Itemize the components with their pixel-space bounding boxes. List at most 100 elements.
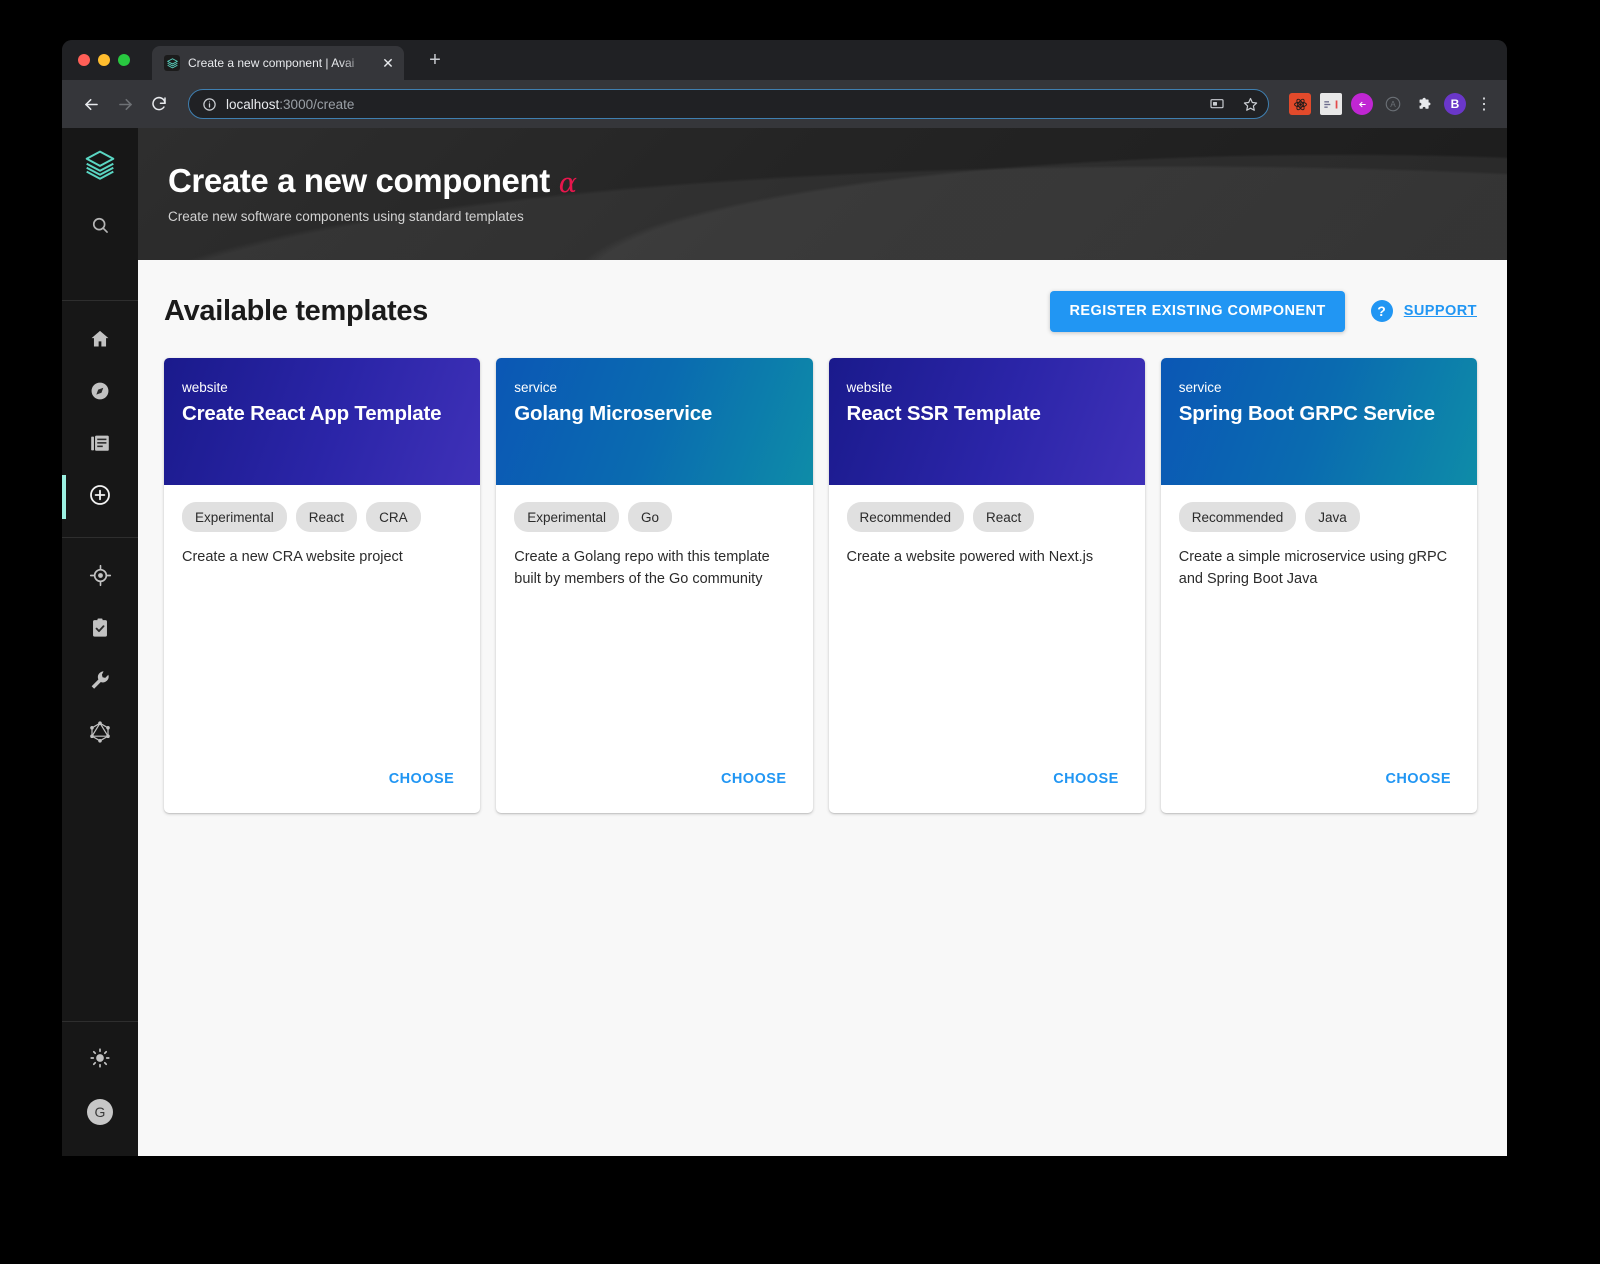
alpha-badge: α: [558, 168, 577, 199]
address-bar-url: localhost:3000/create: [226, 97, 1196, 112]
template-card-body: Recommended Java Create a simple microse…: [1161, 485, 1477, 763]
accessibility-icon[interactable]: A: [1382, 93, 1404, 115]
template-card-actions: CHOOSE: [1161, 763, 1477, 813]
template-kind: website: [182, 380, 228, 395]
backstage-logo-icon[interactable]: [62, 128, 138, 202]
support-label: SUPPORT: [1403, 303, 1477, 319]
info-circle-icon[interactable]: [201, 96, 217, 112]
page-title: Create a new component α: [168, 162, 1507, 200]
template-tag: Java: [1305, 502, 1360, 532]
template-description: Create a simple microservice using gRPC …: [1178, 549, 1448, 587]
choose-button[interactable]: CHOOSE: [1045, 763, 1127, 795]
compass-icon: [89, 380, 111, 407]
page-title-text: Create a new component: [168, 162, 550, 199]
sidebar-item-search[interactable]: [62, 202, 138, 254]
template-tag: React: [973, 502, 1035, 532]
template-tag: Experimental: [182, 502, 287, 532]
page-header-banner: Create a new component α Create new soft…: [138, 128, 1507, 260]
template-name: Create React App Template: [182, 402, 442, 426]
template-card[interactable]: service Golang Microservice Experimental…: [496, 358, 813, 813]
sidebar-item-explore[interactable]: [62, 367, 138, 419]
choose-button[interactable]: CHOOSE: [1377, 763, 1459, 795]
template-card-grid: website Create React App Template Experi…: [164, 358, 1477, 813]
template-kind: service: [514, 380, 558, 395]
graphql-icon: [88, 720, 112, 749]
template-tags: Recommended React: [846, 502, 1127, 532]
profile-avatar[interactable]: B: [1444, 93, 1466, 115]
forward-button[interactable]: [110, 89, 140, 119]
template-card[interactable]: service Spring Boot GRPC Service Recomme…: [1160, 358, 1477, 813]
browser-toolbar: localhost:3000/create A B ⋮: [62, 80, 1507, 128]
reload-button[interactable]: [144, 89, 174, 119]
sidebar-item-docs[interactable]: [62, 419, 138, 471]
sidebar-item-tech-radar[interactable]: [62, 552, 138, 604]
back-button[interactable]: [76, 89, 106, 119]
template-tag: Go: [628, 502, 673, 532]
new-tab-button[interactable]: +: [422, 47, 448, 73]
backstage-app: G Create a new component α Create new so…: [62, 128, 1507, 1156]
template-card-banner: service Golang Microservice: [496, 358, 813, 485]
section-bar: Available templates REGISTER EXISTING CO…: [164, 290, 1477, 332]
clipboard-check-icon: [89, 617, 111, 644]
page-content: Create a new component α Create new soft…: [138, 128, 1507, 1156]
template-card-actions: CHOOSE: [164, 763, 480, 813]
sidebar-item-theme-toggle[interactable]: [62, 1034, 138, 1086]
maximize-window-button[interactable]: [118, 54, 130, 66]
sidebar-item-home[interactable]: [62, 315, 138, 367]
choose-button[interactable]: CHOOSE: [381, 763, 463, 795]
json-viewer-icon[interactable]: [1320, 93, 1342, 115]
help-circle-icon: ?: [1370, 300, 1393, 322]
template-card-banner: website React SSR Template: [828, 358, 1145, 485]
backstage-logo-icon: [164, 55, 180, 71]
star-icon[interactable]: [1238, 92, 1262, 116]
wrench-icon: [89, 669, 111, 696]
user-avatar: G: [87, 1099, 113, 1125]
template-name: React SSR Template: [846, 402, 1041, 426]
register-existing-component-button[interactable]: REGISTER EXISTING COMPONENT: [1050, 290, 1345, 332]
browser-tab[interactable]: Create a new component | Avai ✕: [152, 46, 404, 80]
template-description: Create a new CRA website project: [182, 549, 403, 565]
address-bar[interactable]: localhost:3000/create: [188, 89, 1269, 119]
section-title: Available templates: [164, 294, 429, 327]
sidebar-item-lighthouse[interactable]: [62, 604, 138, 656]
sidebar: G: [62, 128, 138, 1156]
sidebar-item-user[interactable]: G: [62, 1086, 138, 1138]
main-area: Available templates REGISTER EXISTING CO…: [138, 260, 1507, 1156]
template-tag: Recommended: [1178, 502, 1297, 532]
kebab-menu-icon[interactable]: ⋮: [1475, 93, 1493, 115]
sidebar-item-create[interactable]: [62, 471, 138, 523]
template-description: Create a website powered with Next.js: [846, 549, 1094, 565]
react-devtools-icon[interactable]: [1289, 93, 1311, 115]
section-actions: REGISTER EXISTING COMPONENT ? SUPPORT: [1050, 290, 1477, 332]
template-card-banner: service Spring Boot GRPC Service: [1160, 358, 1477, 485]
template-tag: Experimental: [514, 502, 620, 532]
sidebar-footer-group: G: [62, 1022, 138, 1156]
pocket-icon[interactable]: [1351, 93, 1373, 115]
sidebar-tools-group: [62, 538, 138, 760]
browser-tab-title: Create a new component | Avai: [188, 56, 355, 70]
home-icon: [89, 328, 111, 355]
template-tag: CRA: [366, 502, 421, 532]
choose-button[interactable]: CHOOSE: [713, 763, 795, 795]
window-traffic-lights: [78, 54, 130, 66]
plus-circle-icon: [88, 483, 112, 512]
cast-icon[interactable]: [1205, 92, 1229, 116]
template-card[interactable]: website React SSR Template Recommended R…: [828, 358, 1145, 813]
extension-icons: A B ⋮: [1283, 93, 1493, 115]
url-host: localhost: [226, 96, 280, 112]
extensions-puzzle-icon[interactable]: [1413, 93, 1435, 115]
sidebar-item-tools[interactable]: [62, 656, 138, 708]
template-card[interactable]: website Create React App Template Experi…: [164, 358, 481, 813]
minimize-window-button[interactable]: [98, 54, 110, 66]
template-name: Golang Microservice: [514, 402, 713, 426]
template-tags: Recommended Java: [1178, 502, 1459, 532]
close-window-button[interactable]: [78, 54, 90, 66]
template-tag: Recommended: [846, 502, 965, 532]
support-link[interactable]: ? SUPPORT: [1370, 300, 1477, 322]
close-icon[interactable]: ✕: [380, 55, 396, 71]
svg-text:A: A: [1390, 100, 1396, 109]
template-card-body: Recommended React Create a website power…: [829, 485, 1145, 763]
browser-tab-strip: Create a new component | Avai ✕ +: [62, 40, 1507, 80]
sidebar-item-graphiql[interactable]: [62, 708, 138, 760]
